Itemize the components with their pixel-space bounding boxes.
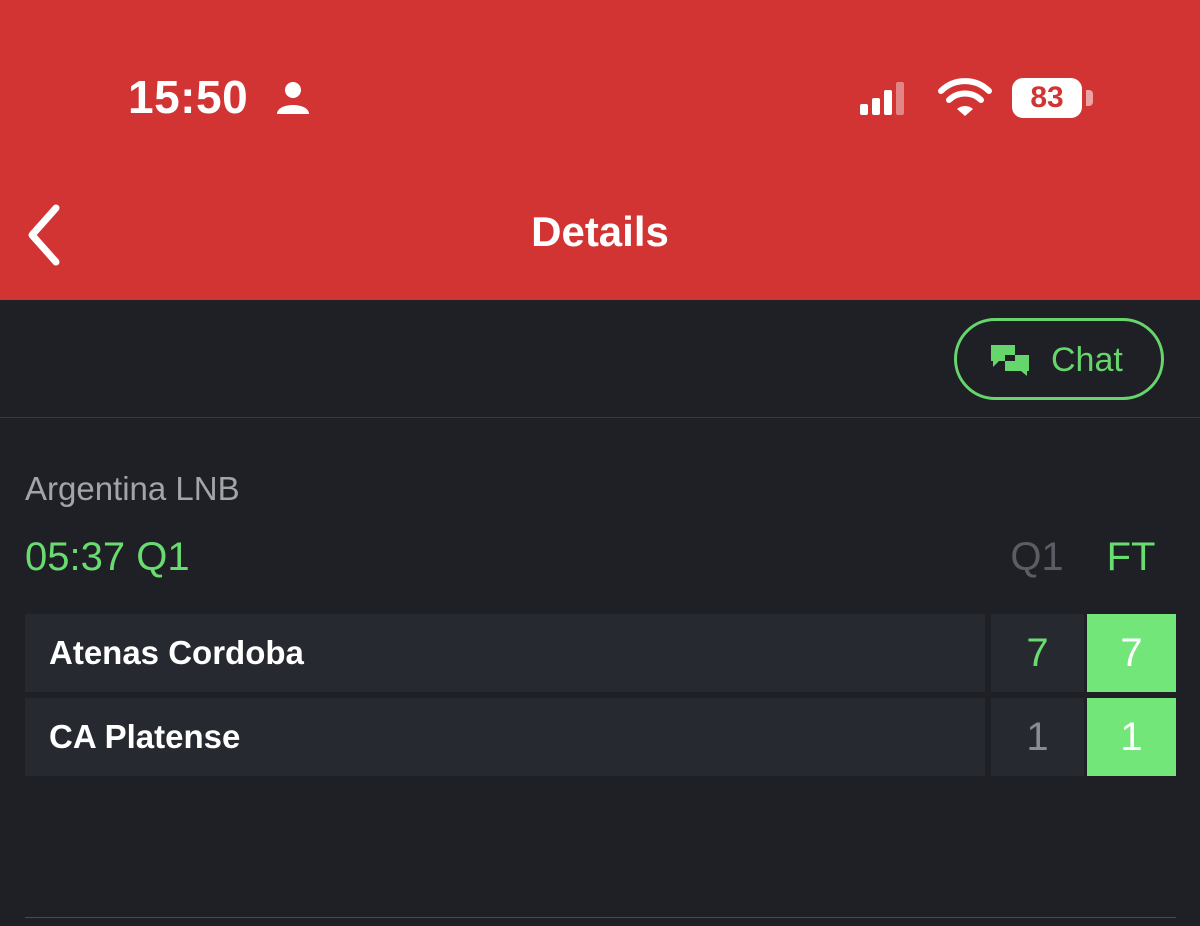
- team-cell: Atenas Cordoba: [25, 614, 985, 692]
- chat-label: Chat: [1051, 341, 1123, 379]
- app-header: 15:50 83 Details: [0, 0, 1200, 300]
- league-name: Argentina LNB: [25, 470, 240, 507]
- toolbar: Chat: [0, 300, 1200, 418]
- person-icon: [277, 82, 309, 114]
- divider: [25, 917, 1176, 918]
- team-name: Atenas Cordoba: [49, 634, 304, 671]
- column-header-q1: Q1: [1010, 535, 1064, 579]
- score-q1: 7: [991, 614, 1084, 692]
- status-time: 15:50: [128, 71, 249, 123]
- score-ft: 1: [1087, 698, 1176, 776]
- team-row[interactable]: CA Platense 1 1: [0, 698, 1200, 776]
- team-cell: CA Platense: [25, 698, 985, 776]
- battery-icon: 83: [1012, 78, 1082, 118]
- chat-bubbles-icon: [991, 345, 1029, 376]
- page-title: Details: [531, 208, 669, 255]
- battery-tip: [1086, 90, 1093, 106]
- chat-button[interactable]: Chat: [954, 318, 1164, 400]
- signal-icon: [860, 82, 904, 115]
- team-row[interactable]: Atenas Cordoba 7 7: [0, 614, 1200, 692]
- score-ft: 7: [1087, 614, 1176, 692]
- wifi-icon: [938, 78, 992, 116]
- score-q1: 1: [991, 698, 1084, 776]
- team-name: CA Platense: [49, 718, 241, 755]
- match-clock: 05:37 Q1: [25, 535, 190, 579]
- column-header-ft: FT: [1106, 535, 1156, 579]
